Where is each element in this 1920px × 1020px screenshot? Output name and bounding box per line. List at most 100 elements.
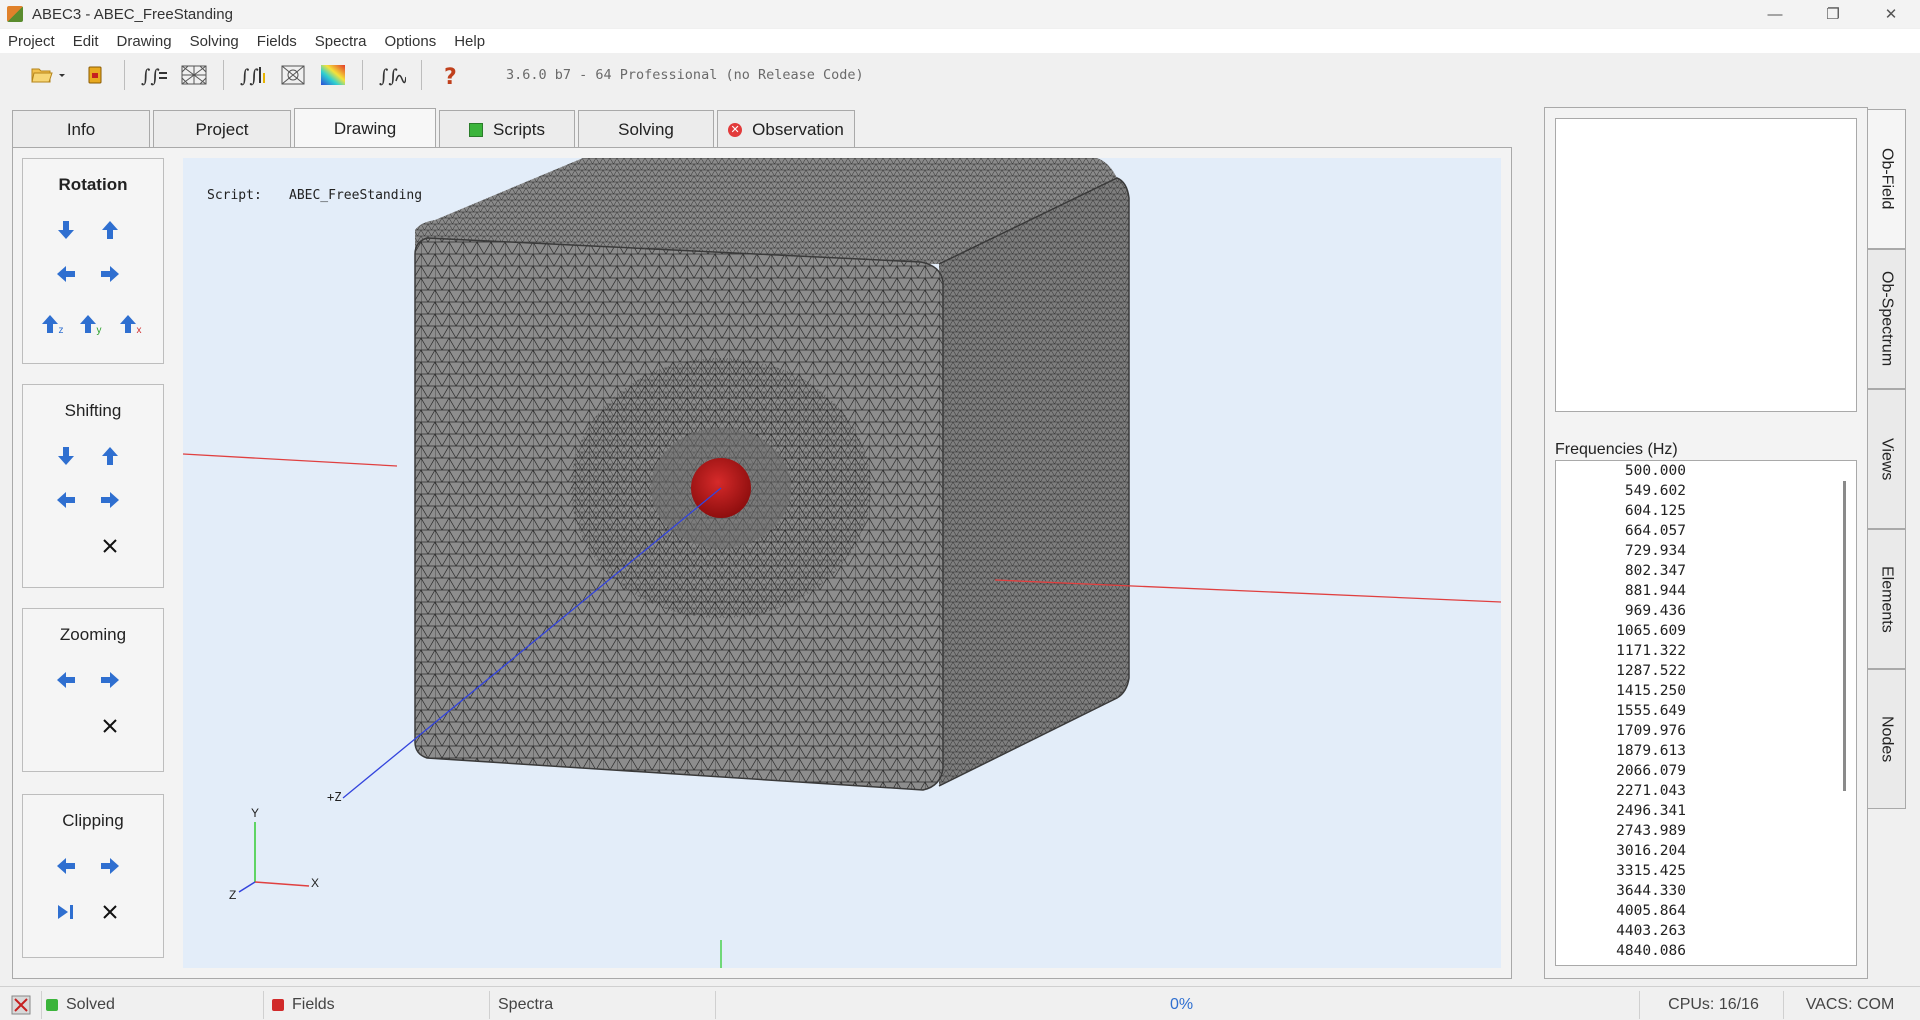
- menu-drawing[interactable]: Drawing: [117, 33, 172, 50]
- help-button[interactable]: ?: [436, 60, 466, 90]
- list-item[interactable]: 3644.330: [1556, 881, 1686, 901]
- rotate-down-button[interactable]: [55, 219, 77, 241]
- menu-project[interactable]: Project: [8, 33, 55, 50]
- ob-field-canvas[interactable]: [1555, 118, 1857, 412]
- list-item[interactable]: 4840.086: [1556, 941, 1686, 961]
- zoom-in-button[interactable]: [99, 669, 121, 691]
- spectra-button[interactable]: ∫∫: [377, 60, 407, 90]
- list-item[interactable]: 2066.079: [1556, 761, 1686, 781]
- list-item[interactable]: 2271.043: [1556, 781, 1686, 801]
- axis-triad: [238, 822, 310, 893]
- question-icon: ?: [444, 65, 457, 88]
- tab-views[interactable]: Views: [1868, 389, 1906, 529]
- list-item[interactable]: 1287.522: [1556, 661, 1686, 681]
- tab-nodes[interactable]: Nodes: [1868, 669, 1906, 809]
- observation-panel: Frequencies (Hz) 500.000 549.602 604.125…: [1544, 107, 1868, 979]
- svg-text:∫∫: ∫∫: [379, 66, 398, 87]
- clip-reset-button[interactable]: [99, 901, 121, 923]
- menu-bar: Project Edit Drawing Solving Fields Spec…: [0, 29, 1920, 53]
- menu-help[interactable]: Help: [454, 33, 485, 50]
- tab-observation[interactable]: ✕ Observation: [717, 110, 855, 148]
- status-progress: 0%: [724, 991, 1640, 1019]
- tab-drawing-label: Drawing: [333, 118, 397, 138]
- open-folder-button[interactable]: [28, 60, 70, 90]
- shift-left-button[interactable]: [55, 489, 77, 511]
- mesh-view-button[interactable]: [278, 60, 308, 90]
- rotate-up-button[interactable]: [99, 219, 121, 241]
- calc-fields-button[interactable]: ∫∫: [238, 60, 268, 90]
- clip-step-button[interactable]: [55, 901, 77, 923]
- list-item[interactable]: 4403.263: [1556, 921, 1686, 941]
- frequency-list[interactable]: 500.000 549.602 604.125 664.057 729.934 …: [1555, 460, 1857, 966]
- list-item[interactable]: 1709.976: [1556, 721, 1686, 741]
- list-item[interactable]: 729.934: [1556, 541, 1686, 561]
- clip-forward-button[interactable]: [99, 855, 121, 877]
- frequency-list-scrollbar[interactable]: [1843, 481, 1846, 791]
- list-item[interactable]: 4005.864: [1556, 901, 1686, 921]
- list-item[interactable]: 549.602: [1556, 481, 1686, 501]
- minimize-button[interactable]: —: [1746, 0, 1804, 28]
- tab-scripts[interactable]: Scripts: [439, 110, 575, 148]
- rotate-right-button[interactable]: [99, 263, 121, 285]
- arrow-left-icon: [57, 492, 75, 508]
- folder-icon: [31, 68, 65, 83]
- list-item[interactable]: 1555.649: [1556, 701, 1686, 721]
- list-item[interactable]: 1171.322: [1556, 641, 1686, 661]
- tab-observation-label: Observation: [752, 119, 844, 139]
- list-item[interactable]: 604.125: [1556, 501, 1686, 521]
- rotate-y-button[interactable]: y: [77, 313, 103, 336]
- tab-project[interactable]: Project: [153, 110, 291, 148]
- menu-fields[interactable]: Fields: [257, 33, 297, 50]
- list-item[interactable]: 1065.609: [1556, 621, 1686, 641]
- menu-spectra[interactable]: Spectra: [315, 33, 367, 50]
- list-item[interactable]: 881.944: [1556, 581, 1686, 601]
- drawing-pane: Rotation z y x Shifting Zooming Clipping…: [12, 147, 1512, 979]
- axis-y-letter: y: [96, 324, 102, 336]
- shift-down-button[interactable]: [55, 445, 77, 467]
- shift-up-button[interactable]: [99, 445, 121, 467]
- shift-right-button[interactable]: [99, 489, 121, 511]
- tab-solving[interactable]: Solving: [578, 110, 714, 148]
- tab-ob-field[interactable]: Ob-Field: [1868, 109, 1906, 249]
- list-item[interactable]: 2496.341: [1556, 801, 1686, 821]
- tab-scripts-label: Scripts: [493, 119, 545, 139]
- list-item[interactable]: 3016.204: [1556, 841, 1686, 861]
- zoom-out-button[interactable]: [55, 669, 77, 691]
- tab-drawing[interactable]: Drawing: [294, 108, 436, 148]
- tab-info[interactable]: Info: [12, 110, 150, 148]
- rotate-x-button[interactable]: x: [117, 313, 143, 336]
- list-item[interactable]: 969.436: [1556, 601, 1686, 621]
- list-item[interactable]: 2743.989: [1556, 821, 1686, 841]
- maximize-button[interactable]: ❐: [1804, 0, 1862, 28]
- cpus-label: CPUs: 16/16: [1668, 996, 1759, 1013]
- clip-back-button[interactable]: [55, 855, 77, 877]
- svg-text:∫∫: ∫∫: [240, 66, 259, 87]
- tab-elements[interactable]: Elements: [1868, 529, 1906, 669]
- mesh-button[interactable]: [179, 60, 209, 90]
- mesh-viewport[interactable]: Script: ABEC_FreeStanding +Z Y X Z: [183, 158, 1501, 968]
- menu-edit[interactable]: Edit: [73, 33, 99, 50]
- menu-solving[interactable]: Solving: [190, 33, 239, 50]
- close-icon: [103, 719, 117, 733]
- list-item[interactable]: 500.000: [1556, 461, 1686, 481]
- menu-options[interactable]: Options: [385, 33, 437, 50]
- zoom-reset-button[interactable]: [99, 715, 121, 737]
- close-button[interactable]: ✕: [1862, 0, 1920, 28]
- arrow-left-icon: [57, 858, 75, 874]
- list-item[interactable]: 664.057: [1556, 521, 1686, 541]
- main-tabs: Info Project Drawing Scripts Solving ✕ O…: [12, 108, 858, 148]
- list-item[interactable]: 1879.613: [1556, 741, 1686, 761]
- save-project-button[interactable]: [80, 60, 110, 90]
- shift-reset-button[interactable]: [99, 535, 121, 557]
- skip-forward-icon: [58, 905, 73, 919]
- arrow-up-y-icon: [79, 315, 96, 333]
- list-item[interactable]: 1415.250: [1556, 681, 1686, 701]
- rotate-left-button[interactable]: [55, 263, 77, 285]
- list-item[interactable]: 802.347: [1556, 561, 1686, 581]
- rotate-z-button[interactable]: z: [39, 313, 65, 336]
- tab-ob-spectrum[interactable]: Ob-Spectrum: [1868, 249, 1906, 389]
- list-item[interactable]: 3315.425: [1556, 861, 1686, 881]
- z-axis-label: +Z: [327, 790, 342, 804]
- solve-equations-button[interactable]: ∫∫: [139, 60, 169, 90]
- color-map-button[interactable]: [318, 60, 348, 90]
